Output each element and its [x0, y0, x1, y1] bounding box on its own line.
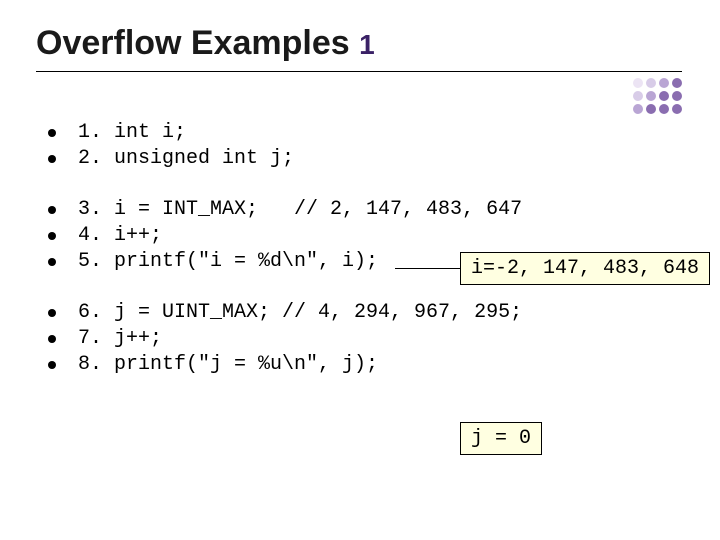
code-text: 3. i = INT_MAX; // 2, 147, 483, 647	[78, 198, 522, 221]
code-text: 2. unsigned int j;	[78, 147, 294, 170]
code-text: 5. printf("i = %d\n", i);	[78, 250, 378, 273]
list-item: 4. i++;	[48, 224, 680, 247]
bullet-icon	[48, 155, 56, 163]
title-main: Overflow Examples	[36, 24, 350, 62]
bullet-icon	[48, 232, 56, 240]
bullet-icon	[48, 258, 56, 266]
list-item: 8. printf("j = %u\n", j);	[48, 353, 680, 376]
callout-text: i=-2, 147, 483, 648	[471, 257, 699, 280]
decorative-dots	[633, 78, 682, 114]
bullet-icon	[48, 361, 56, 369]
callout-box-1: i=-2, 147, 483, 648	[460, 252, 710, 285]
callout-box-2: j = 0	[460, 422, 542, 455]
code-text: 8. printf("j = %u\n", j);	[78, 353, 378, 376]
code-group-3: 6. j = UINT_MAX; // 4, 294, 967, 295; 7.…	[48, 301, 680, 376]
code-text: 7. j++;	[78, 327, 162, 350]
bullet-icon	[48, 129, 56, 137]
list-item: 6. j = UINT_MAX; // 4, 294, 967, 295;	[48, 301, 680, 324]
callout-text: j = 0	[471, 427, 531, 450]
list-item: 2. unsigned int j;	[48, 147, 680, 170]
code-text: 4. i++;	[78, 224, 162, 247]
bullet-icon	[48, 309, 56, 317]
slide-title: Overflow Examples 1	[36, 24, 375, 63]
list-item: 1. int i;	[48, 121, 680, 144]
list-item: 3. i = INT_MAX; // 2, 147, 483, 647	[48, 198, 680, 221]
code-group-1: 1. int i; 2. unsigned int j;	[48, 121, 680, 170]
title-suffix: 1	[359, 29, 375, 60]
code-text: 6. j = UINT_MAX; // 4, 294, 967, 295;	[78, 301, 522, 324]
list-item: 7. j++;	[48, 327, 680, 350]
callout-connector-1	[395, 268, 461, 269]
bullet-icon	[48, 206, 56, 214]
title-underline	[36, 71, 682, 72]
bullet-icon	[48, 335, 56, 343]
code-text: 1. int i;	[78, 121, 186, 144]
